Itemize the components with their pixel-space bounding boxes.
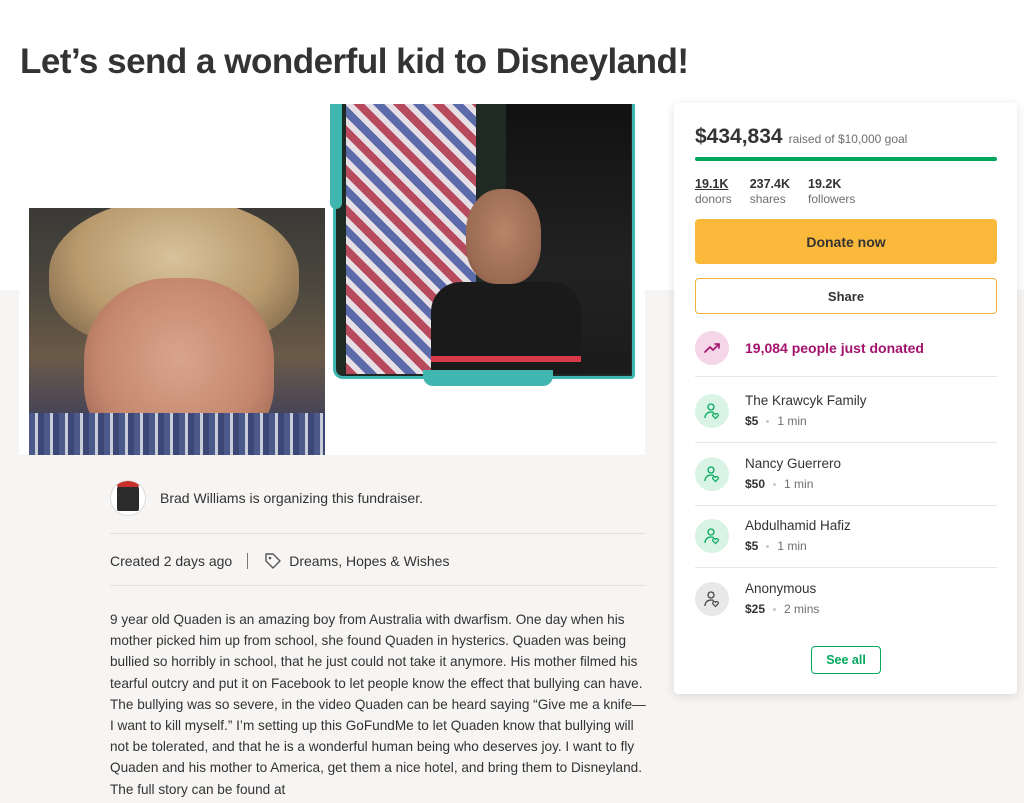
anonymous-donor-icon [695, 582, 729, 616]
donation-amount: $5 [745, 414, 759, 428]
donor-name: Nancy Guerrero [745, 456, 842, 471]
story-text: 9 year old Quaden is an amazing boy from… [110, 612, 646, 797]
donation-item: Abdulhamid Hafiz $5 1 min [695, 517, 997, 557]
stat-label: donors [695, 192, 732, 206]
donation-time: 1 min [777, 539, 807, 553]
divider [695, 376, 997, 377]
stats-row: 19.1K donors 237.4K shares 19.2K followe… [695, 177, 873, 206]
divider [695, 442, 997, 443]
donation-amount: $50 [745, 477, 766, 491]
progress-fill [695, 157, 997, 161]
stat-shares: 237.4K shares [750, 177, 790, 206]
meta-separator [247, 553, 249, 569]
see-all-button[interactable]: See all [811, 646, 881, 674]
divider [110, 533, 645, 534]
raised-amount: $434,834 [695, 125, 783, 148]
divider [695, 567, 997, 568]
stat-followers: 19.2K followers [808, 177, 855, 206]
stat-label: followers [808, 192, 856, 206]
recent-donations-trend: 19,084 people just donated [695, 330, 997, 366]
stat-value: 237.4K [749, 177, 791, 191]
donor-name: Anonymous [745, 581, 817, 596]
category-link[interactable]: Dreams, Hopes & Wishes [289, 553, 449, 569]
divider [110, 585, 645, 586]
stat-value: 19.1K [695, 177, 729, 191]
donation-item: Anonymous $25 2 mins [695, 580, 997, 620]
stat-donors[interactable]: 19.1K donors [695, 177, 732, 206]
stat-value: 19.2K [808, 177, 842, 191]
organizer-row: Brad Williams is organizing this fundrai… [110, 478, 645, 518]
share-button[interactable]: Share [695, 278, 997, 314]
goal-text: raised of $10,000 goal [788, 132, 908, 146]
donor-heart-icon [695, 394, 729, 428]
tag-icon [265, 553, 281, 569]
progress-bar [695, 157, 997, 161]
child-crying-photo [29, 208, 325, 455]
trending-up-icon [695, 331, 729, 365]
donation-time: 2 mins [784, 602, 820, 616]
donation-amount: $5 [745, 539, 759, 553]
hero-image [19, 104, 645, 455]
organizer-avatar[interactable] [110, 480, 146, 516]
donation-item: The Krawcyk Family $5 1 min [695, 392, 997, 432]
donate-now-button[interactable]: Donate now [695, 219, 997, 264]
donation-time: 1 min [784, 477, 814, 491]
donor-heart-icon [695, 457, 729, 491]
raised-summary: $434,834 raised of $10,000 goal [695, 125, 907, 149]
donor-heart-icon [695, 519, 729, 553]
child-standing-photo [330, 104, 635, 386]
donor-name: The Krawcyk Family [745, 393, 867, 408]
fundraiser-meta: Created 2 days ago Dreams, Hopes & Wishe… [110, 551, 449, 571]
trend-text: 19,084 people just donated [745, 340, 924, 356]
page-title: Let’s send a wonderful kid to Disneyland… [20, 42, 689, 81]
created-date: Created 2 days ago [110, 553, 233, 569]
donation-amount: $25 [745, 602, 766, 616]
donation-time: 1 min [777, 414, 807, 428]
divider [695, 505, 997, 506]
donation-item: Nancy Guerrero $50 1 min [695, 455, 997, 495]
organizer-text: Brad Williams is organizing this fundrai… [160, 490, 423, 506]
donor-name: Abdulhamid Hafiz [745, 518, 851, 533]
donation-sidebar: $434,834 raised of $10,000 goal 19.1K do… [674, 103, 1017, 694]
stat-label: shares [749, 192, 786, 206]
